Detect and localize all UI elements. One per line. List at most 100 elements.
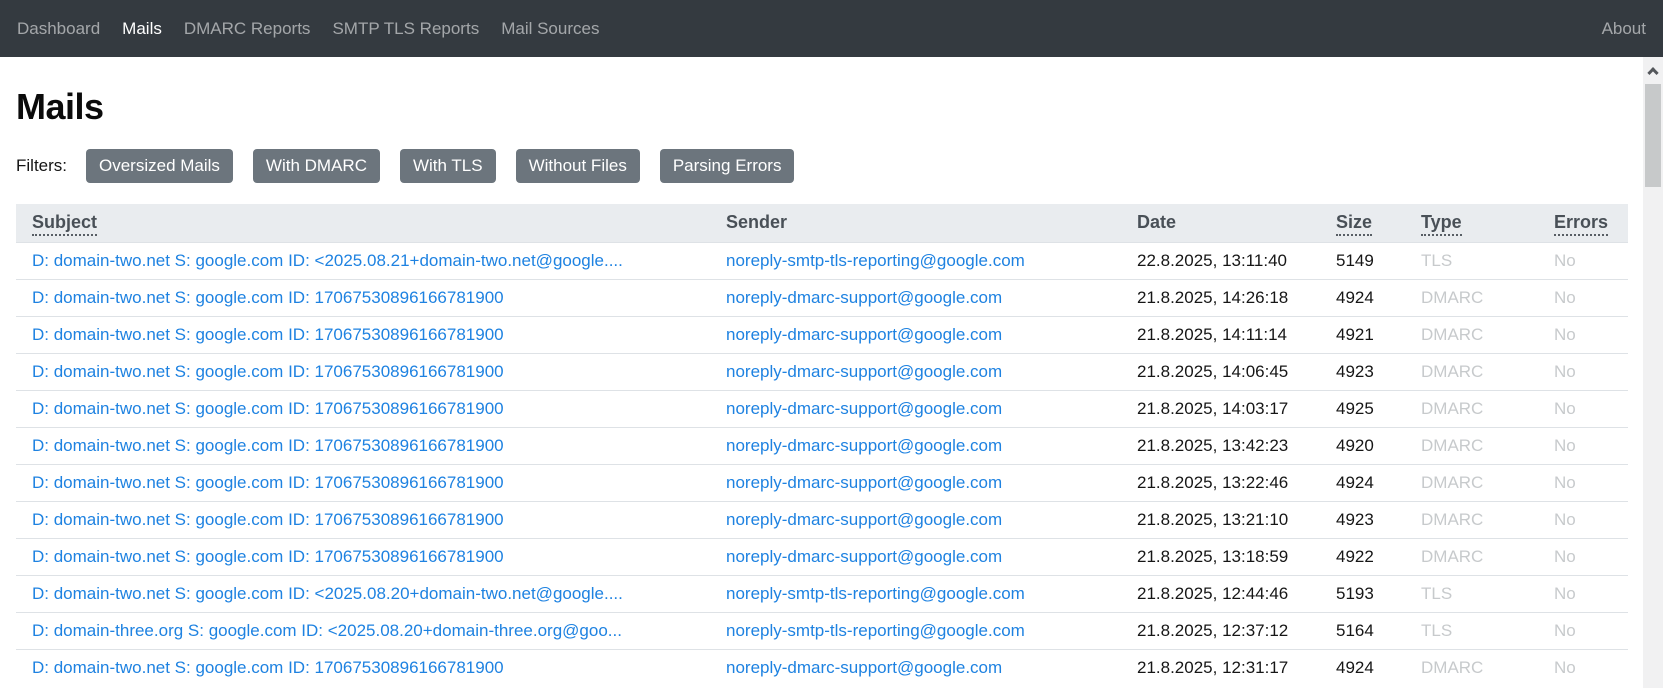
nav-item-dmarc-reports[interactable]: DMARC Reports <box>173 19 322 39</box>
column-header-subject[interactable]: Subject <box>16 204 710 242</box>
vertical-scrollbar[interactable] <box>1643 57 1663 688</box>
filter-button-parsing-errors[interactable]: Parsing Errors <box>660 149 795 183</box>
content-area: Mails Filters: Oversized MailsWith DMARC… <box>0 57 1643 688</box>
type-cell: TLS <box>1405 242 1538 279</box>
size-cell: 5193 <box>1320 575 1405 612</box>
sender-link: noreply-dmarc-support@google.com <box>710 353 1121 390</box>
errors-cell: No <box>1538 501 1628 538</box>
nav-item-about[interactable]: About <box>1602 19 1646 38</box>
column-header-label: Sender <box>726 212 787 232</box>
sender-link[interactable]: noreply-dmarc-support@google.com <box>726 473 1002 492</box>
column-header-date[interactable]: Date <box>1121 204 1320 242</box>
date-cell: 21.8.2025, 14:26:18 <box>1121 279 1320 316</box>
table-row: D: domain-two.net S: google.com ID: 1706… <box>16 279 1628 316</box>
nav-item-mail-sources[interactable]: Mail Sources <box>490 19 610 39</box>
subject-link[interactable]: D: domain-two.net S: google.com ID: 1706… <box>32 510 504 529</box>
date-cell: 21.8.2025, 12:37:12 <box>1121 612 1320 649</box>
subject-link[interactable]: D: domain-two.net S: google.com ID: 1706… <box>32 288 504 307</box>
date-cell: 21.8.2025, 13:18:59 <box>1121 538 1320 575</box>
table-row: D: domain-three.org S: google.com ID: <2… <box>16 612 1628 649</box>
navbar-links: DashboardMailsDMARC ReportsSMTP TLS Repo… <box>17 19 610 39</box>
subject-link[interactable]: D: domain-three.org S: google.com ID: <2… <box>32 621 622 640</box>
date-cell: 21.8.2025, 12:44:46 <box>1121 575 1320 612</box>
scrollbar-thumb[interactable] <box>1645 84 1661 187</box>
type-cell: DMARC <box>1405 279 1538 316</box>
date-cell: 22.8.2025, 13:11:40 <box>1121 242 1320 279</box>
table-row: D: domain-two.net S: google.com ID: 1706… <box>16 390 1628 427</box>
sender-link: noreply-smtp-tls-reporting@google.com <box>710 575 1121 612</box>
subject-link: D: domain-two.net S: google.com ID: <202… <box>16 575 710 612</box>
type-cell: DMARC <box>1405 464 1538 501</box>
subject-link[interactable]: D: domain-two.net S: google.com ID: 1706… <box>32 436 504 455</box>
subject-link: D: domain-three.org S: google.com ID: <2… <box>16 612 710 649</box>
sender-link: noreply-dmarc-support@google.com <box>710 501 1121 538</box>
mails-table: Subject Sender Date SizeTypeErrors D: domai… <box>16 204 1628 686</box>
page-title: Mails <box>16 86 1643 128</box>
column-header-label: Date <box>1137 212 1176 232</box>
sender-link[interactable]: noreply-dmarc-support@google.com <box>726 399 1002 418</box>
subject-link[interactable]: D: domain-two.net S: google.com ID: 1706… <box>32 325 504 344</box>
subject-link: D: domain-two.net S: google.com ID: 1706… <box>16 353 710 390</box>
column-header-sender[interactable]: Sender <box>710 204 1121 242</box>
errors-cell: No <box>1538 242 1628 279</box>
filter-button-without-files[interactable]: Without Files <box>516 149 640 183</box>
column-header-size[interactable]: Size <box>1320 204 1405 242</box>
table-row: D: domain-two.net S: google.com ID: 1706… <box>16 427 1628 464</box>
filters-bar: Filters: Oversized MailsWith DMARCWith T… <box>16 149 1643 183</box>
sender-link: noreply-dmarc-support@google.com <box>710 316 1121 353</box>
date-cell: 21.8.2025, 13:22:46 <box>1121 464 1320 501</box>
table-row: D: domain-two.net S: google.com ID: 1706… <box>16 353 1628 390</box>
sender-link[interactable]: noreply-dmarc-support@google.com <box>726 436 1002 455</box>
subject-link: D: domain-two.net S: google.com ID: <202… <box>16 242 710 279</box>
sender-link[interactable]: noreply-dmarc-support@google.com <box>726 510 1002 529</box>
date-cell: 21.8.2025, 13:42:23 <box>1121 427 1320 464</box>
nav-item-mails[interactable]: Mails <box>111 19 173 39</box>
filter-button-with-tls[interactable]: With TLS <box>400 149 496 183</box>
table-row: D: domain-two.net S: google.com ID: 1706… <box>16 501 1628 538</box>
sender-link[interactable]: noreply-dmarc-support@google.com <box>726 325 1002 344</box>
size-cell: 4921 <box>1320 316 1405 353</box>
column-header-type[interactable]: Type <box>1405 204 1538 242</box>
date-cell: 21.8.2025, 13:21:10 <box>1121 501 1320 538</box>
scrollbar-up-button[interactable] <box>1643 57 1663 83</box>
subject-link[interactable]: D: domain-two.net S: google.com ID: 1706… <box>32 362 504 381</box>
table-row: D: domain-two.net S: google.com ID: 1706… <box>16 464 1628 501</box>
size-cell: 4925 <box>1320 390 1405 427</box>
table-row: D: domain-two.net S: google.com ID: 1706… <box>16 538 1628 575</box>
type-cell: DMARC <box>1405 649 1538 686</box>
sender-link[interactable]: noreply-smtp-tls-reporting@google.com <box>726 584 1025 603</box>
size-cell: 4924 <box>1320 464 1405 501</box>
filter-button-with-dmarc[interactable]: With DMARC <box>253 149 380 183</box>
errors-cell: No <box>1538 612 1628 649</box>
sender-link: noreply-dmarc-support@google.com <box>710 279 1121 316</box>
sender-link[interactable]: noreply-dmarc-support@google.com <box>726 362 1002 381</box>
errors-cell: No <box>1538 316 1628 353</box>
filter-button-oversized-mails[interactable]: Oversized Mails <box>86 149 233 183</box>
sender-link[interactable]: noreply-smtp-tls-reporting@google.com <box>726 621 1025 640</box>
sender-link[interactable]: noreply-smtp-tls-reporting@google.com <box>726 251 1025 270</box>
nav-item-smtp-tls-reports[interactable]: SMTP TLS Reports <box>321 19 490 39</box>
navbar: DashboardMailsDMARC ReportsSMTP TLS Repo… <box>0 0 1663 57</box>
column-header-errors[interactable]: Errors <box>1538 204 1628 242</box>
chevron-up-icon <box>1647 67 1658 78</box>
table-row: D: domain-two.net S: google.com ID: <202… <box>16 575 1628 612</box>
size-cell: 4923 <box>1320 501 1405 538</box>
subject-link[interactable]: D: domain-two.net S: google.com ID: <202… <box>32 251 623 270</box>
sender-link[interactable]: noreply-dmarc-support@google.com <box>726 547 1002 566</box>
errors-cell: No <box>1538 464 1628 501</box>
subject-link: D: domain-two.net S: google.com ID: 1706… <box>16 316 710 353</box>
sender-link: noreply-dmarc-support@google.com <box>710 649 1121 686</box>
sender-link: noreply-dmarc-support@google.com <box>710 390 1121 427</box>
date-cell: 21.8.2025, 12:31:17 <box>1121 649 1320 686</box>
size-cell: 4920 <box>1320 427 1405 464</box>
table-row: D: domain-two.net S: google.com ID: 1706… <box>16 316 1628 353</box>
subject-link[interactable]: D: domain-two.net S: google.com ID: 1706… <box>32 658 504 677</box>
subject-link[interactable]: D: domain-two.net S: google.com ID: 1706… <box>32 399 504 418</box>
nav-item-dashboard[interactable]: Dashboard <box>17 19 111 39</box>
subject-link[interactable]: D: domain-two.net S: google.com ID: <202… <box>32 584 623 603</box>
sender-link[interactable]: noreply-dmarc-support@google.com <box>726 288 1002 307</box>
subject-link[interactable]: D: domain-two.net S: google.com ID: 1706… <box>32 473 504 492</box>
sender-link[interactable]: noreply-dmarc-support@google.com <box>726 658 1002 677</box>
subject-link[interactable]: D: domain-two.net S: google.com ID: 1706… <box>32 547 504 566</box>
type-cell: DMARC <box>1405 353 1538 390</box>
